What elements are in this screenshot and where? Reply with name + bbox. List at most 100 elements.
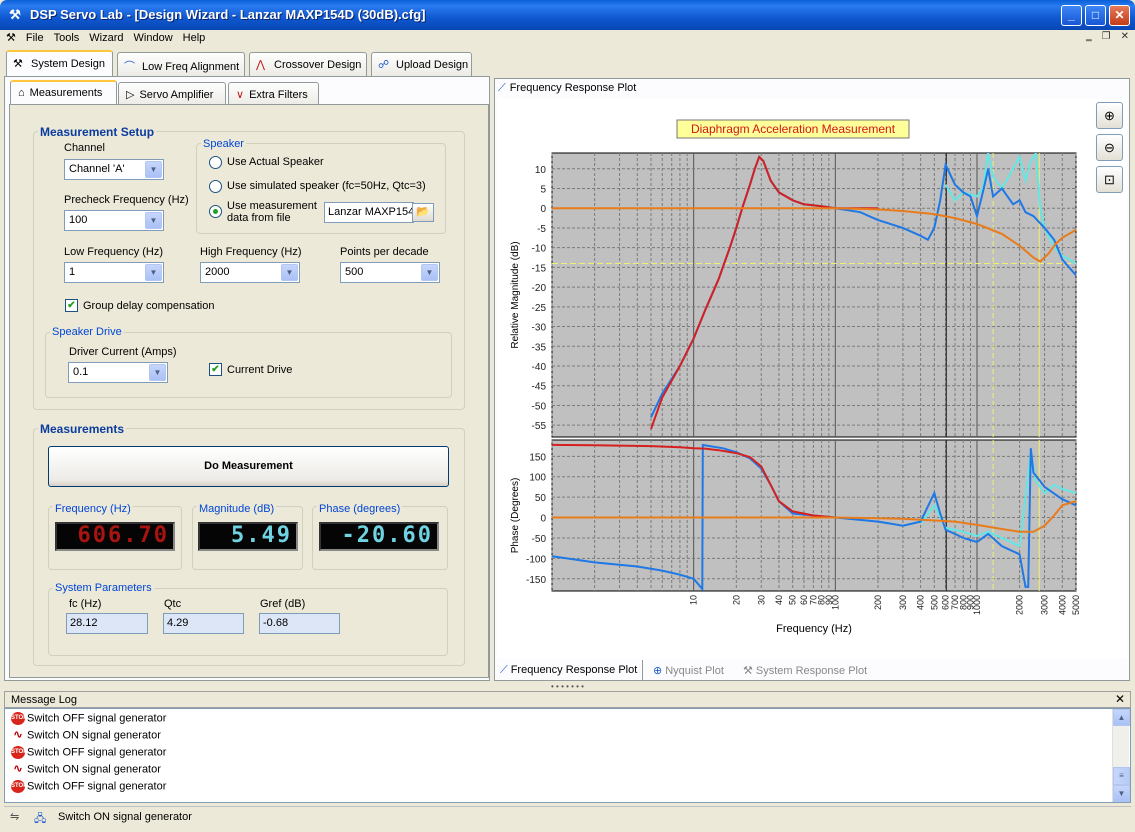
tab-low-freq-alignment[interactable]: ⌒ Low Freq Alignment: [117, 52, 245, 76]
y-tick-label: -40: [532, 362, 547, 373]
zoom-fit-icon[interactable]: ⊡: [1096, 166, 1123, 193]
log-entry: STOPSwitch OFF signal generator: [11, 746, 167, 759]
measurements-title: Measurements: [38, 422, 127, 436]
y-tick-label: -45: [532, 382, 547, 393]
message-log: STOPSwitch OFF signal generator ∿ Switch …: [4, 708, 1131, 803]
amplifier-icon: ▷: [126, 89, 135, 101]
design-icon: ⚒: [13, 58, 23, 70]
menu-bar: ⚒ File Tools Wizard Window Help: [4, 30, 1131, 48]
tab-servo-amplifier[interactable]: ▷ Servo Amplifier: [118, 82, 226, 105]
use-actual-speaker-label: Use Actual Speaker: [227, 156, 324, 168]
tab-extra-filters[interactable]: ∨ Extra Filters: [228, 82, 319, 105]
status-text: Switch ON signal generator: [58, 811, 192, 823]
driver-current-select[interactable]: 0.1 ▼: [68, 362, 168, 383]
frequency-response-chart[interactable]: 1050-5-10-15-20-25-30-35-40-45-50-55Rela…: [497, 99, 1127, 659]
message-log-scrollbar[interactable]: ▲ ≡ ▼: [1112, 709, 1130, 802]
frequency-label: Frequency (Hz): [53, 503, 133, 515]
mdi-close-icon[interactable]: ✕: [1121, 31, 1129, 42]
message-log-close-icon[interactable]: ✕: [1115, 692, 1125, 706]
high-frequency-select[interactable]: 2000 ▼: [200, 262, 300, 283]
radio-use-simulated-speaker[interactable]: [209, 180, 222, 193]
zoom-in-icon[interactable]: ⊕: [1096, 102, 1123, 129]
message-log-header: Message Log: [4, 691, 1131, 708]
fc-field: 28.12: [66, 613, 148, 634]
x-tick-label: 4000: [1057, 595, 1067, 615]
y-tick-label: -30: [532, 323, 547, 334]
x-tick-label: 2000: [1015, 595, 1025, 615]
signal-on-icon: ∿: [11, 763, 25, 776]
precheck-frequency-label: Precheck Frequency (Hz): [64, 194, 189, 206]
scroll-down-icon[interactable]: ▼: [1113, 785, 1130, 802]
mdi-minimize-icon[interactable]: ‗: [1086, 31, 1092, 42]
scroll-up-icon[interactable]: ▲: [1113, 709, 1130, 726]
status-bar: ⇋ 🖧 Switch ON signal generator: [4, 806, 1131, 828]
group-delay-checkbox[interactable]: ✔: [65, 299, 78, 312]
x-tick-label: 30: [756, 595, 766, 605]
nyquist-icon: ⊕: [653, 665, 663, 677]
magnitude-label: Magnitude (dB): [197, 503, 277, 515]
title-bar: ⚒ DSP Servo Lab - [Design Wizard - Lanza…: [0, 0, 1135, 30]
menu-window[interactable]: Window: [129, 31, 178, 45]
tab-crossover-design[interactable]: ⋀ Crossover Design: [249, 52, 367, 76]
use-measurement-file-label-line2: data from file: [227, 212, 291, 224]
y-tick-label: 0: [540, 514, 546, 525]
channel-select[interactable]: Channel 'A' ▼: [64, 159, 164, 180]
minimize-button[interactable]: _: [1061, 5, 1082, 26]
x-tick-label: 3000: [1040, 595, 1050, 615]
radio-use-measurement-file[interactable]: [209, 205, 222, 218]
tab-upload-design[interactable]: ☍ Upload Design: [371, 52, 472, 76]
open-folder-icon[interactable]: 📂: [412, 203, 434, 222]
mdi-controls: ‗ ❐ ✕: [1076, 31, 1129, 42]
menu-help[interactable]: Help: [178, 31, 211, 45]
tab-system-design[interactable]: ⚒ System Design: [6, 50, 113, 77]
close-button[interactable]: ✕: [1109, 5, 1130, 26]
chevron-down-icon: ▼: [421, 264, 438, 281]
crossover-icon: ⋀: [256, 59, 266, 71]
y-tick-label: -5: [537, 224, 546, 235]
log-entry: ∿ Switch ON signal generator: [11, 763, 161, 780]
points-per-decade-label: Points per decade: [340, 246, 429, 258]
precheck-frequency-select[interactable]: 100 ▼: [64, 210, 164, 231]
zoom-out-icon[interactable]: ⊖: [1096, 134, 1123, 161]
tab-system-response-plot[interactable]: ⚒ System Response Plot: [738, 660, 872, 681]
speaker-group-title: Speaker: [201, 138, 246, 150]
chart-title: Diaphragm Acceleration Measurement: [691, 122, 896, 136]
x-tick-label: 40: [774, 595, 784, 605]
plot-header: ⟋ Frequency Response Plot: [498, 82, 637, 94]
menu-tools[interactable]: Tools: [49, 31, 85, 45]
scroll-thumb[interactable]: ≡: [1113, 767, 1130, 785]
gref-label: Gref (dB): [260, 598, 306, 610]
frequency-axis-label: Frequency (Hz): [776, 623, 852, 635]
splitter-handle[interactable]: • • • • • • •: [0, 683, 1135, 691]
y-tick-label: 5: [540, 185, 546, 196]
current-drive-checkbox[interactable]: ✔: [209, 363, 222, 376]
measurement-setup-title: Measurement Setup: [38, 125, 157, 139]
speaker-drive-title: Speaker Drive: [50, 326, 124, 338]
mdi-restore-icon[interactable]: ❐: [1102, 31, 1111, 42]
x-tick-label: 200: [873, 595, 883, 610]
y-tick-label: -50: [532, 401, 547, 412]
low-frequency-select[interactable]: 1 ▼: [64, 262, 164, 283]
x-tick-label: 500: [929, 595, 939, 610]
menu-file[interactable]: File: [21, 31, 49, 45]
do-measurement-button[interactable]: Do Measurement: [48, 446, 449, 487]
tab-nyquist-plot[interactable]: ⊕ Nyquist Plot: [648, 660, 729, 681]
menu-wizard[interactable]: Wizard: [84, 31, 128, 45]
y-tick-label: 0: [540, 204, 546, 215]
chevron-down-icon: ▼: [145, 264, 162, 281]
x-tick-label: 20: [731, 595, 741, 605]
y-tick-label: -25: [532, 303, 547, 314]
stop-icon: STOP: [11, 780, 27, 793]
high-frequency-label: High Frequency (Hz): [200, 246, 302, 258]
points-per-decade-select[interactable]: 500 ▼: [340, 262, 440, 283]
maximize-button[interactable]: □: [1085, 5, 1106, 26]
measurement-file-field[interactable]: Lanzar MAXP154D: [324, 202, 414, 223]
connection-icon: ⇋: [10, 811, 20, 823]
chevron-down-icon: ▼: [145, 212, 162, 229]
radio-use-actual-speaker[interactable]: [209, 156, 222, 169]
tab-frequency-response-plot[interactable]: ⟋ Frequency Response Plot: [494, 660, 644, 681]
tab-measurements[interactable]: ⌂ Measurements: [10, 80, 117, 106]
menu-app-icon[interactable]: ⚒: [4, 30, 21, 45]
line-plot-icon: ⟋: [500, 664, 508, 676]
upload-icon: ☍: [378, 59, 390, 71]
